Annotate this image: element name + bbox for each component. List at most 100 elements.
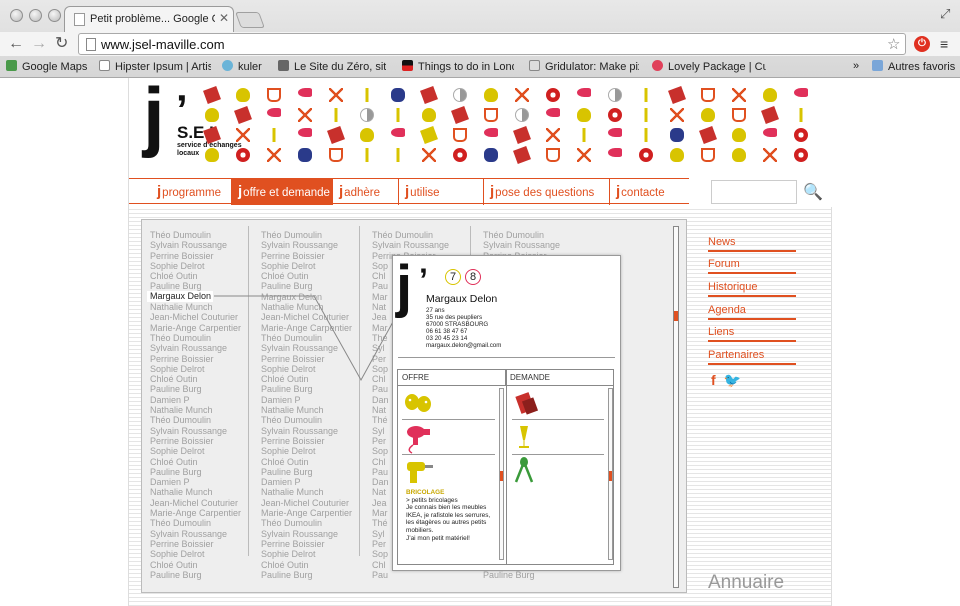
glass-icon	[794, 108, 808, 122]
nav-label: programme	[162, 187, 221, 199]
menu-icon[interactable]: ≡	[940, 36, 948, 52]
nav-adhere[interactable]: jadhère	[333, 179, 399, 205]
browser-tab[interactable]: Petit problème... Google Chr ✕	[64, 6, 234, 32]
bookmark-things-to-do[interactable]: Things to do in Lond	[402, 60, 514, 73]
book-icon[interactable]	[515, 392, 539, 415]
profile-email[interactable]: margaux.delon@gmail.com	[426, 342, 501, 349]
bookmark-site-du-zero[interactable]: Le Site du Zéro, site	[278, 60, 386, 73]
theatre-masks-icon[interactable]	[405, 394, 431, 412]
nav-j-mark: j	[157, 183, 162, 200]
bookmark-label: Gridulator: Make pix	[545, 61, 639, 73]
bookmark-label: Things to do in Lond	[418, 61, 514, 73]
bookmark-label: Lovely Package | Cur	[668, 61, 766, 73]
logo-letter[interactable]: j	[143, 72, 165, 158]
hair-dryer-icon[interactable]	[407, 426, 430, 454]
shears-icon	[236, 128, 250, 142]
request-count-badge: 8	[465, 269, 481, 285]
zoom-window-button[interactable]	[48, 9, 61, 22]
basket-icon	[732, 108, 746, 122]
ball-icon	[794, 148, 808, 162]
member-profile-card: j ’ 7 8 Margaux Delon 27 ans 35 rue des …	[392, 254, 621, 571]
reload-icon[interactable]: ↻	[55, 34, 68, 54]
sidebar-partenaires[interactable]: Partenaires	[708, 349, 796, 365]
bookmark-google-maps[interactable]: Google Maps	[6, 60, 87, 73]
nav-utilise[interactable]: jutilise	[399, 179, 484, 205]
nav-label: contacte	[621, 187, 665, 199]
forward-icon[interactable]: →	[31, 34, 47, 54]
hair-dryer-icon	[546, 108, 560, 117]
basket-icon	[484, 108, 498, 122]
address-bar[interactable]: www.jsel-maville.com ☆	[78, 33, 906, 55]
lamp-icon	[639, 88, 653, 102]
nav-label: offre et demande	[243, 187, 330, 199]
hair-dryer-icon	[608, 128, 622, 137]
bookmark-kuler[interactable]: kuler	[222, 60, 262, 73]
bookmark-star-icon[interactable]: ☆	[887, 35, 900, 53]
bookmark-other-folder[interactable]: Autres favoris	[872, 60, 955, 73]
masks-icon	[701, 108, 715, 122]
nav-offre-et-demande[interactable]: joffre et demande	[232, 179, 333, 205]
nav-j-mark: j	[405, 183, 410, 200]
back-icon[interactable]: ←	[8, 34, 24, 54]
ball-icon	[236, 148, 250, 162]
facebook-icon[interactable]: f	[711, 372, 716, 388]
new-tab-button[interactable]	[235, 12, 265, 28]
hair-dryer-icon	[577, 88, 591, 97]
search-icon[interactable]: 🔍	[803, 182, 823, 202]
sidebar-news[interactable]: News	[708, 236, 796, 252]
basket-icon	[453, 128, 467, 142]
bookmark-gridulator[interactable]: Gridulator: Make pix	[529, 60, 639, 73]
sidebar-historique[interactable]: Historique	[708, 281, 796, 297]
list-scrollbar[interactable]	[673, 226, 679, 588]
vacuum-icon	[298, 148, 312, 162]
offer-request-table: OFFRE DEMANDE BRICOLAGE > petits bricola…	[397, 369, 614, 565]
lamp-icon	[360, 148, 374, 162]
shears-icon	[515, 88, 529, 102]
hair-dryer-icon	[298, 88, 312, 97]
vacuum-icon	[484, 148, 498, 162]
url-text: www.jsel-maville.com	[101, 37, 225, 52]
shears-icon	[298, 108, 312, 122]
yinyang-icon	[608, 88, 622, 102]
profile-logo-letter: j	[396, 254, 413, 319]
sidebar-forum[interactable]: Forum	[708, 258, 796, 274]
twitter-icon[interactable]: 🐦	[724, 372, 741, 388]
shears-icon	[546, 128, 560, 142]
masks-icon	[763, 88, 777, 102]
masks-icon	[422, 108, 436, 122]
sidebar-liens[interactable]: Liens	[708, 326, 796, 342]
bookmark-label: Le Site du Zéro, site	[294, 61, 386, 73]
book-icon	[234, 106, 252, 124]
basket-icon	[329, 148, 343, 162]
nav-pose-des-questions[interactable]: jpose des questions	[484, 179, 610, 205]
fullscreen-icon[interactable]: ⤢	[940, 6, 950, 22]
yinyang-icon	[360, 108, 374, 122]
shears-icon	[422, 148, 436, 162]
book-icon	[513, 146, 531, 164]
yinyang-icon	[515, 108, 529, 122]
minimize-window-button[interactable]	[29, 9, 42, 22]
bookmark-lovely-package[interactable]: Lovely Package | Cur	[652, 60, 766, 73]
search-input[interactable]	[711, 180, 797, 204]
extension-icon[interactable]: ⏻	[914, 36, 930, 52]
bookmarks-overflow-icon[interactable]: »	[853, 60, 859, 72]
web-page: j ’ S.E.L service d’échanges locaux jpro…	[0, 72, 960, 606]
hair-dryer-icon	[763, 128, 777, 137]
glass-icon[interactable]	[519, 426, 529, 448]
offer-text-extra: J’ai mon petit matériel!	[406, 534, 470, 542]
book-icon	[420, 86, 438, 104]
close-window-button[interactable]	[10, 9, 23, 22]
masks-icon	[670, 148, 684, 162]
offer-count-badge: 7	[445, 269, 461, 285]
nav-programme[interactable]: jprogramme	[151, 179, 232, 205]
scrollbar-thumb[interactable]	[674, 311, 678, 321]
masks-icon	[732, 128, 746, 142]
offer-description: BRICOLAGE > petits bricolages Je connais…	[406, 489, 498, 542]
close-tab-icon[interactable]: ✕	[219, 11, 229, 25]
garden-shears-icon[interactable]	[514, 457, 534, 483]
sidebar-agenda[interactable]: Agenda	[708, 304, 796, 320]
book-icon	[451, 106, 469, 124]
nav-contacte[interactable]: jcontacte	[610, 179, 689, 205]
drill-icon[interactable]	[407, 462, 433, 483]
glass-icon	[639, 108, 653, 122]
